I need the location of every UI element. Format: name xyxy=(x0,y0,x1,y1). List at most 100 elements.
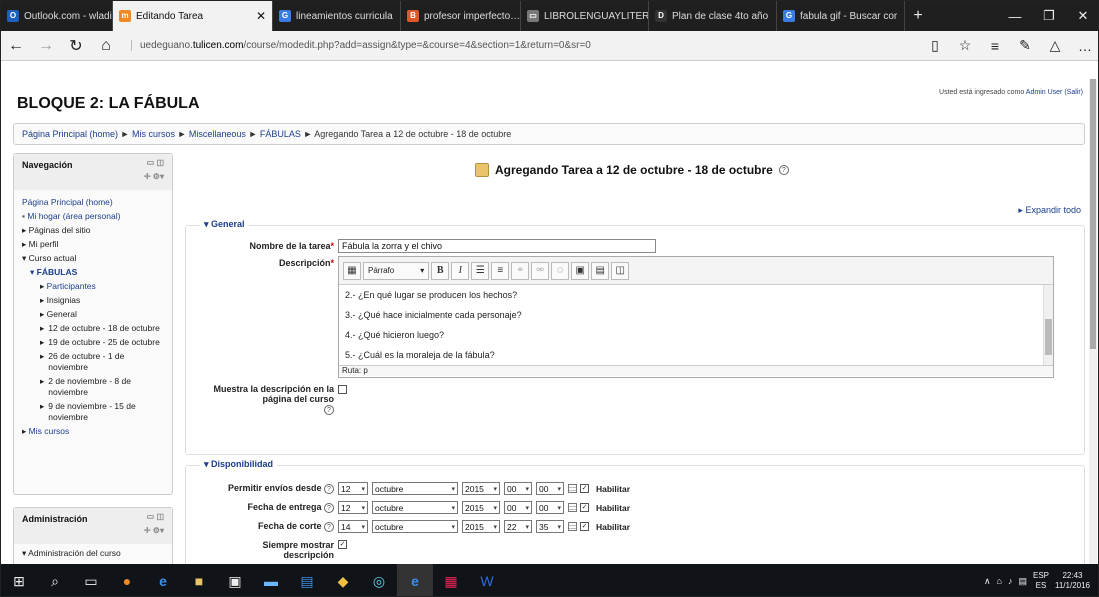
close-tab-icon[interactable]: ✕ xyxy=(256,9,266,23)
unlink-icon[interactable]: ⚮ xyxy=(531,261,550,280)
day-select[interactable]: 12 ▾ xyxy=(338,482,368,495)
page-scrollbar[interactable] xyxy=(1089,79,1097,564)
breadcrumb-fabulas[interactable]: FÁBULAS xyxy=(260,129,301,139)
word-icon[interactable]: W xyxy=(469,564,505,596)
tab-outlook[interactable]: O Outlook.com - wladile xyxy=(1,1,113,31)
app-icon[interactable]: ▤ xyxy=(289,564,325,596)
explorer-icon[interactable]: ■ xyxy=(181,564,217,596)
nav-week-5[interactable]: ▸ 9 de noviembre - 15 de noviembre xyxy=(22,401,164,423)
edge-icon[interactable]: e xyxy=(145,564,181,596)
nav-badges[interactable]: ▸ Insignias xyxy=(22,295,164,306)
enable-checkbox[interactable]: ✓ xyxy=(580,484,589,493)
bullet-list-icon[interactable]: ☰ xyxy=(471,261,490,280)
breadcrumb-misc[interactable]: Miscellaneous xyxy=(189,129,246,139)
help-icon[interactable]: ? xyxy=(324,484,334,494)
clock[interactable]: 22:43 11/1/2016 xyxy=(1055,571,1090,591)
logout-link[interactable]: (Salir) xyxy=(1064,89,1083,96)
nav-profile[interactable]: ▸ Mi perfil xyxy=(22,239,164,250)
help-icon[interactable]: ? xyxy=(324,522,334,532)
help-icon[interactable]: ? xyxy=(778,165,789,175)
tab-lineamientos[interactable]: Glineamientos curricula xyxy=(273,1,401,31)
language-indicator[interactable]: ESP ES xyxy=(1033,571,1049,591)
task-name-input[interactable]: Fábula la zorra y el chivo xyxy=(338,239,656,253)
admin-course-item[interactable]: ▾ Administración del curso xyxy=(14,544,172,563)
more-icon[interactable]: … xyxy=(1070,38,1098,54)
nav-general[interactable]: ▸ General xyxy=(22,309,164,320)
nav-week-1[interactable]: ▸ 12 de octubre - 18 de octubre xyxy=(22,323,164,334)
general-legend[interactable]: ▾ General xyxy=(200,219,249,230)
bold-icon[interactable]: B xyxy=(431,261,450,280)
tab-plan[interactable]: D Plan de clase 4to año xyxy=(649,1,777,31)
media-icon[interactable]: ▤ xyxy=(591,261,610,280)
editor-scrollbar[interactable] xyxy=(1043,285,1053,365)
tab-fabula-gif[interactable]: Gfabula gif - Buscar cor xyxy=(777,1,905,31)
expand-all-link[interactable]: ▸ Expandir todo xyxy=(1018,205,1081,216)
store-icon[interactable]: ▣ xyxy=(217,564,253,596)
hour-select[interactable]: 00 ▾ xyxy=(504,501,532,514)
nav-week-3[interactable]: ▸ 26 de octubre - 1 de noviembre xyxy=(22,351,164,373)
toolbar-toggle-icon[interactable]: ▦ xyxy=(343,261,361,280)
nav-week-4[interactable]: ▸ 2 de noviembre - 8 de noviembre xyxy=(22,376,164,398)
notification-icon[interactable]: ▤ xyxy=(1018,576,1027,587)
tray-arrow-icon[interactable]: ∧ xyxy=(984,576,991,587)
tab-editando-tarea[interactable]: m Editando Tarea ✕ xyxy=(113,1,273,31)
share-icon[interactable]: △ xyxy=(1040,37,1070,54)
url-field[interactable]: uedeguano.tulicen.com/course/modedit.php… xyxy=(131,40,920,51)
editor-content[interactable]: 2.- ¿En qué lugar se producen los hechos… xyxy=(339,285,1053,365)
language-app-icon[interactable]: ▦ xyxy=(433,564,469,596)
minute-select[interactable]: 00 ▾ xyxy=(536,482,564,495)
web-note-icon[interactable]: ✎ xyxy=(1010,37,1040,54)
move-settings-icon[interactable]: ✛ ⚙▾ xyxy=(144,526,164,535)
refresh-icon[interactable]: ↻ xyxy=(61,36,91,56)
dock-icon[interactable]: ▭ ◫ xyxy=(147,512,164,521)
nav-site-pages[interactable]: ▸ Páginas del sitio xyxy=(22,225,164,236)
format-select[interactable]: Párrafo ▾ xyxy=(363,261,430,280)
task-view-icon[interactable]: ▭ xyxy=(73,564,109,596)
help-icon[interactable]: ? xyxy=(324,405,334,415)
tab-profesor[interactable]: Bprofesor imperfecto… xyxy=(401,1,521,31)
nav-participants[interactable]: Participantes xyxy=(47,281,96,291)
search-icon[interactable]: ⌕ xyxy=(37,564,73,596)
numbered-list-icon[interactable]: ≡ xyxy=(491,261,510,280)
year-select[interactable]: 2015 ▾ xyxy=(462,520,500,533)
month-select[interactable]: octubre ▾ xyxy=(372,520,458,533)
back-icon[interactable]: ← xyxy=(1,37,31,55)
firefox-icon[interactable]: ● xyxy=(109,564,145,596)
calendar-icon[interactable] xyxy=(568,503,577,512)
nav-my-courses[interactable]: Mis cursos xyxy=(29,426,70,436)
nav-home[interactable]: Página Principal (home) xyxy=(22,197,113,207)
always-show-checkbox[interactable]: ✓ xyxy=(338,540,347,549)
availability-legend[interactable]: ▾ Disponibilidad xyxy=(200,459,278,470)
nav-my-home[interactable]: Mi hogar (área personal) xyxy=(27,211,120,221)
tab-libro[interactable]: ▭ LIBROLENGUAYLITERA xyxy=(521,1,649,31)
dock-icon[interactable]: ▭ ◫ xyxy=(147,158,164,167)
minute-select[interactable]: 00 ▾ xyxy=(536,501,564,514)
hour-select[interactable]: 00 ▾ xyxy=(504,482,532,495)
new-tab-button[interactable]: + xyxy=(905,1,931,31)
start-icon[interactable]: ⊞ xyxy=(1,564,37,596)
home-icon[interactable]: ⌂ xyxy=(91,37,121,55)
hub-icon[interactable]: ≡ xyxy=(980,38,1010,54)
volume-icon[interactable]: ♪ xyxy=(1008,576,1013,586)
nav-week-2[interactable]: ▸ 19 de octubre - 25 de octubre xyxy=(22,337,164,348)
network-icon[interactable]: ⌂ xyxy=(997,576,1002,586)
month-select[interactable]: octubre ▾ xyxy=(372,482,458,495)
day-select[interactable]: 12 ▾ xyxy=(338,501,368,514)
enable-checkbox[interactable]: ✓ xyxy=(580,503,589,512)
forward-icon[interactable]: → xyxy=(31,37,61,55)
file-manager-icon[interactable]: ◫ xyxy=(611,261,630,280)
help-icon[interactable]: ? xyxy=(324,503,334,513)
calendar-icon[interactable] xyxy=(568,522,577,531)
close-window-icon[interactable]: ✕ xyxy=(1066,1,1098,31)
enable-checkbox[interactable]: ✓ xyxy=(580,522,589,531)
year-select[interactable]: 2015 ▾ xyxy=(462,501,500,514)
nav-fabulas[interactable]: FÁBULAS xyxy=(37,267,78,277)
image-icon[interactable]: ▣ xyxy=(571,261,590,280)
minimize-icon[interactable]: — xyxy=(998,1,1032,31)
calendar-icon[interactable] xyxy=(568,484,577,493)
minute-select[interactable]: 35 ▾ xyxy=(536,520,564,533)
emoticon-icon[interactable]: ☺ xyxy=(551,261,570,280)
favorite-star-icon[interactable]: ☆ xyxy=(950,37,980,54)
show-description-checkbox[interactable] xyxy=(338,385,347,394)
link-icon[interactable]: ⚭ xyxy=(511,261,530,280)
